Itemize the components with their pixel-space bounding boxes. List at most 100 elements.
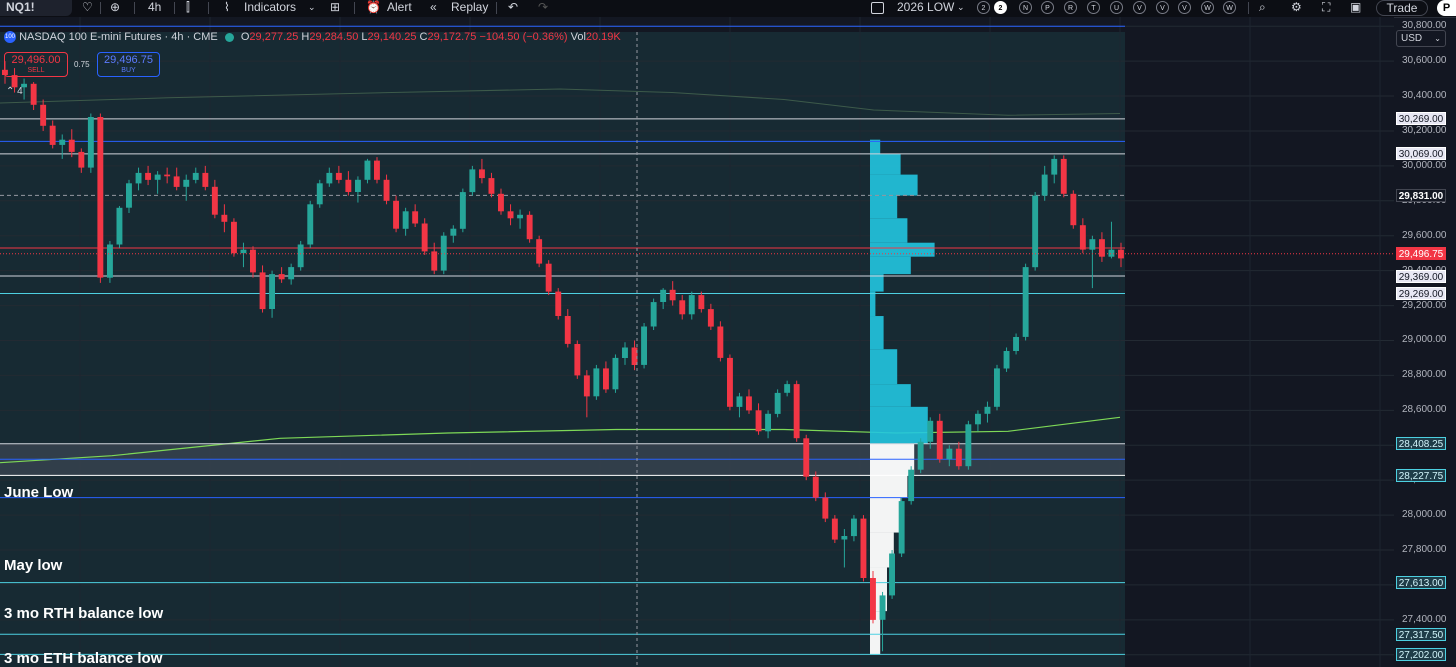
price-label[interactable]: 29,496.75 bbox=[1396, 247, 1446, 261]
price-label[interactable]: 29,831.00 bbox=[1396, 188, 1446, 202]
interval-button[interactable]: 4h bbox=[148, 0, 161, 17]
symbol-search-box[interactable]: NQ1! bbox=[0, 0, 72, 16]
candle-body bbox=[955, 448, 962, 467]
shortcut-circle-7[interactable]: U bbox=[1110, 1, 1123, 14]
candle-body bbox=[994, 368, 1000, 407]
price-label[interactable]: 29,269.00 bbox=[1396, 287, 1446, 300]
sell-label: SELL bbox=[27, 67, 45, 74]
drawing-name-label[interactable]: 2026 LOW bbox=[897, 0, 954, 17]
publish-button[interactable]: P bbox=[1437, 0, 1456, 16]
redo-icon[interactable]: ↷ bbox=[538, 0, 548, 17]
volume-profile-bar bbox=[870, 218, 908, 243]
shortcut-circle-2[interactable]: 2 bbox=[994, 1, 1007, 14]
volume-profile-bar bbox=[870, 475, 908, 498]
candle-body bbox=[622, 347, 628, 358]
undo-icon[interactable]: ↶ bbox=[508, 0, 518, 17]
fullscreen-icon[interactable]: ⛶ bbox=[1322, 0, 1330, 17]
annotation-eth-low[interactable]: 3 mo ETH balance low bbox=[4, 650, 162, 667]
candle-body bbox=[78, 151, 85, 168]
candle-body bbox=[259, 272, 266, 310]
shortcut-circle-8[interactable]: V bbox=[1133, 1, 1146, 14]
indicators-toggle[interactable]: ⌃ 4 bbox=[6, 86, 23, 97]
price-chart[interactable] bbox=[0, 17, 1394, 667]
trade-button[interactable]: Trade bbox=[1376, 0, 1428, 16]
high-value: 29,284.50 bbox=[309, 31, 359, 43]
volume-label: Vol bbox=[570, 31, 586, 43]
candle-body bbox=[87, 117, 94, 168]
candle-body bbox=[1118, 249, 1124, 259]
price-label[interactable]: 28,408.25 bbox=[1396, 437, 1446, 451]
close-value: 29,172.75 bbox=[427, 31, 477, 43]
price-label[interactable]: 30,269.00 bbox=[1396, 112, 1446, 126]
candle-body bbox=[688, 295, 695, 315]
volume-profile-bar bbox=[870, 256, 911, 275]
buy-button[interactable]: 29,496.75 BUY bbox=[97, 52, 160, 77]
nasdaq-badge-icon: 100 bbox=[4, 31, 16, 44]
zoom-icon[interactable]: ⌕ bbox=[1259, 0, 1266, 17]
volume-profile-bar bbox=[870, 384, 911, 407]
symbol-description[interactable]: NASDAQ 100 E-mini Futures · 4h · CME bbox=[19, 31, 218, 43]
chevron-down-icon[interactable]: ⌄ bbox=[308, 0, 316, 17]
volume-profile-bar bbox=[870, 153, 901, 175]
open-value: 29,277.25 bbox=[249, 31, 299, 43]
price-label[interactable]: 29,369.00 bbox=[1396, 269, 1446, 283]
shortcut-circle-3[interactable]: N bbox=[1019, 1, 1032, 14]
indicators-button[interactable]: Indicators bbox=[244, 0, 296, 17]
market-open-icon bbox=[224, 32, 234, 42]
shortcut-circle-12[interactable]: W bbox=[1223, 1, 1236, 14]
candle-body bbox=[307, 204, 314, 245]
price-label[interactable]: 27,202.00 bbox=[1396, 647, 1446, 661]
candle-body bbox=[698, 295, 705, 310]
volume-profile-bar bbox=[870, 291, 876, 317]
volume-profile-bar bbox=[870, 406, 928, 444]
gear-icon[interactable]: ⚙ bbox=[1291, 0, 1302, 17]
candle-body bbox=[374, 160, 380, 180]
checkbox-icon[interactable] bbox=[871, 2, 884, 14]
toolbar-separator bbox=[174, 2, 175, 14]
shortcut-circle-5[interactable]: R bbox=[1064, 1, 1077, 14]
replay-button[interactable]: Replay bbox=[451, 0, 488, 17]
shortcut-circle-9[interactable]: V bbox=[1156, 1, 1169, 14]
plus-icon[interactable]: ⊕ bbox=[110, 0, 120, 17]
candle-body bbox=[202, 172, 209, 187]
volume-value: 20.19K bbox=[585, 31, 621, 43]
chevron-down-icon[interactable]: ⌄ bbox=[957, 0, 965, 17]
candle-body bbox=[173, 176, 180, 187]
currency-select[interactable]: USD ⌄ bbox=[1396, 30, 1446, 47]
camera-icon[interactable]: ▣ bbox=[1350, 0, 1361, 17]
price-label[interactable]: 30,069.00 bbox=[1396, 147, 1446, 161]
shortcut-circle-10[interactable]: V bbox=[1178, 1, 1191, 14]
price-tick: 29,000.00 bbox=[1402, 334, 1447, 346]
annotation-june-low[interactable]: June Low bbox=[4, 484, 73, 501]
heart-icon[interactable]: ♡ bbox=[82, 0, 93, 17]
shortcut-circle-11[interactable]: W bbox=[1201, 1, 1214, 14]
candle-body bbox=[1022, 267, 1029, 337]
annotation-rth-low[interactable]: 3 mo RTH balance low bbox=[4, 605, 163, 622]
candle-body bbox=[107, 244, 113, 278]
candles-icon[interactable]: ⫿ bbox=[186, 0, 190, 17]
price-tick: 29,600.00 bbox=[1402, 229, 1447, 241]
candle-body bbox=[288, 267, 295, 280]
candle-body bbox=[831, 518, 838, 540]
annotation-may-low[interactable]: May low bbox=[4, 557, 62, 574]
sell-price: 29,496.00 bbox=[11, 54, 61, 66]
buy-label: BUY bbox=[121, 67, 136, 74]
price-label[interactable]: 27,613.00 bbox=[1396, 576, 1446, 590]
price-tick: 30,400.00 bbox=[1402, 90, 1447, 102]
price-tick: 27,800.00 bbox=[1402, 544, 1447, 555]
candle-body bbox=[975, 413, 981, 425]
sell-button[interactable]: 29,496.00 SELL bbox=[4, 52, 68, 77]
shortcut-circle-6[interactable]: T bbox=[1087, 1, 1100, 14]
price-label[interactable]: 28,227.75 bbox=[1396, 468, 1446, 482]
price-label[interactable]: 27,317.50 bbox=[1396, 627, 1446, 641]
candle-body bbox=[612, 357, 619, 390]
alert-button[interactable]: Alert bbox=[387, 0, 412, 17]
shortcut-circle-4[interactable]: P bbox=[1041, 1, 1054, 14]
currency-label: USD bbox=[1401, 33, 1423, 44]
candle-body bbox=[1013, 337, 1019, 351]
layout-grid-icon[interactable]: ⊞ bbox=[330, 0, 340, 17]
toolbar-separator bbox=[354, 2, 355, 14]
change-value: −104.50 (−0.36%) bbox=[479, 31, 568, 43]
shortcut-circle-1[interactable]: 2 bbox=[977, 1, 990, 14]
price-tick: 28,800.00 bbox=[1402, 369, 1447, 381]
